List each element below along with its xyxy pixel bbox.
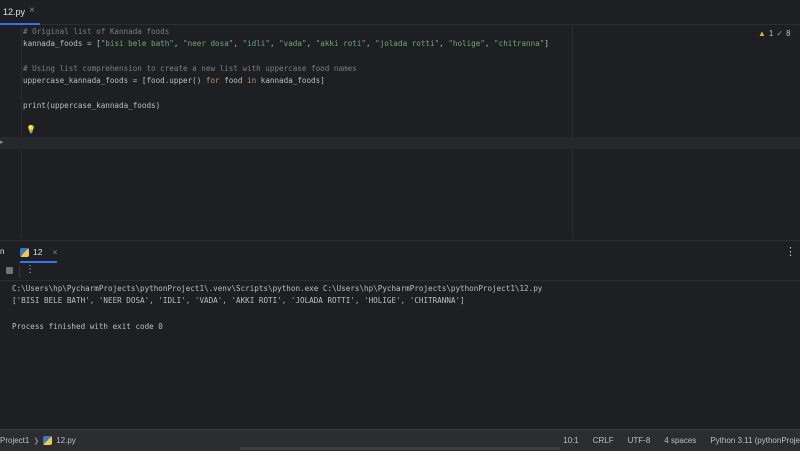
current-line-highlight bbox=[0, 137, 800, 149]
code-line-4: # Using list comprehension to create a n… bbox=[23, 64, 357, 73]
run-window-label: n bbox=[0, 247, 5, 256]
toolbar-divider bbox=[19, 266, 20, 277]
warning-icon: ▲ bbox=[758, 28, 766, 38]
code-editor[interactable]: ▸ ▲ 1 ✓ 8 # Original list of Kannada foo… bbox=[0, 25, 800, 238]
breadcrumb: Project1 ❯ 12.py bbox=[0, 430, 76, 451]
more-options-icon[interactable]: ⋮ bbox=[25, 264, 35, 275]
code-line-1: # Original list of Kannada foods bbox=[23, 27, 170, 36]
check-icon: ✓ bbox=[776, 28, 784, 38]
console-exit-message: Process finished with exit code 0 bbox=[12, 322, 163, 331]
right-margin-guide bbox=[572, 25, 573, 238]
python-interpreter[interactable]: Python 3.11 (pythonProje bbox=[710, 436, 800, 445]
python-file-icon bbox=[20, 247, 29, 257]
run-toolbar: ⋮ bbox=[0, 263, 800, 281]
close-icon[interactable]: × bbox=[29, 5, 35, 16]
line-separator[interactable]: CRLF bbox=[593, 436, 614, 445]
status-widgets: 10:1 CRLF UTF-8 4 spaces Python 3.11 (py… bbox=[549, 430, 800, 451]
editor-tab-bar: 12.py × bbox=[0, 0, 800, 25]
console-command: C:\Users\hp\PycharmProjects\pythonProjec… bbox=[12, 284, 543, 293]
typo-count: 8 bbox=[786, 28, 791, 38]
warning-count: 1 bbox=[768, 28, 774, 38]
tab-label: 12.py bbox=[3, 7, 26, 17]
gutter-divider bbox=[21, 25, 22, 238]
inspection-widget[interactable]: ▲ 1 ✓ 8 bbox=[758, 28, 791, 38]
indentation[interactable]: 4 spaces bbox=[664, 436, 696, 445]
code-line-5: uppercase_kannada_foods = [food.upper() … bbox=[23, 76, 325, 85]
console-output: ['BISI BELE BATH', 'NEER DOSA', 'IDLI', … bbox=[12, 296, 465, 305]
tab-12-py[interactable]: 12.py × bbox=[0, 0, 40, 25]
run-tab-12[interactable]: 12 × bbox=[20, 241, 58, 263]
stop-icon[interactable] bbox=[6, 267, 13, 274]
breadcrumb-file[interactable]: 12.py bbox=[56, 436, 76, 445]
code-line-7: print(uppercase_kannada_foods) bbox=[23, 101, 161, 110]
code-line-2: kannada_foods = ["bisi bele bath", "neer… bbox=[23, 39, 549, 48]
run-tool-window-header: n 12 × ⋮ bbox=[0, 240, 800, 263]
run-console[interactable]: C:\Users\hp\PycharmProjects\pythonProjec… bbox=[0, 281, 800, 429]
chevron-right-icon: ❯ bbox=[33, 437, 40, 445]
caret-position[interactable]: 10:1 bbox=[563, 436, 579, 445]
python-file-icon bbox=[43, 436, 53, 445]
breadcrumb-project[interactable]: Project1 bbox=[0, 436, 29, 445]
run-tab-label: 12 bbox=[33, 247, 43, 257]
file-encoding[interactable]: UTF-8 bbox=[628, 436, 651, 445]
more-options-icon[interactable]: ⋮ bbox=[785, 245, 796, 258]
caret-line-marker: ▸ bbox=[0, 139, 4, 146]
close-icon[interactable]: × bbox=[52, 247, 57, 257]
lightbulb-icon[interactable]: 💡 bbox=[26, 125, 36, 134]
